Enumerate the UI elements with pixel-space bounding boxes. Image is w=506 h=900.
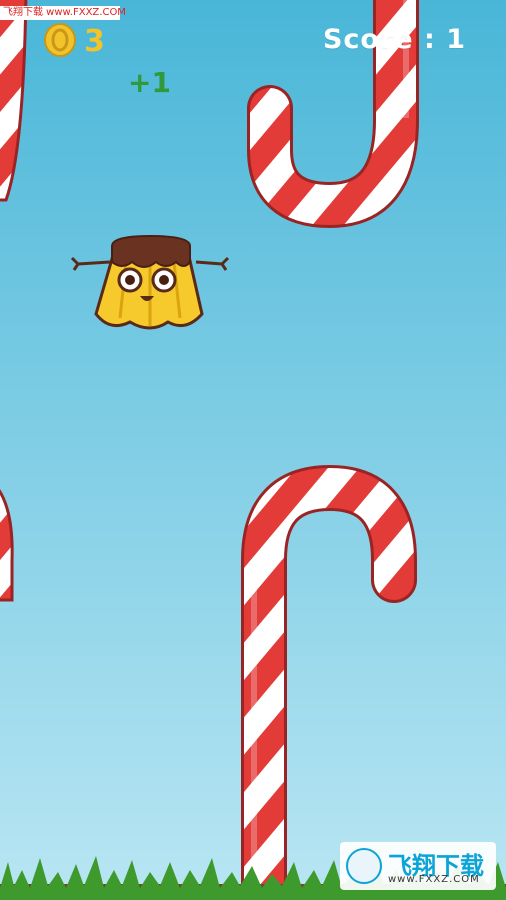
coin-icon [44,23,76,57]
bonus-popup: +1 [128,66,171,99]
watermark-top: 飞翔下载 www.FXXZ.COM [0,6,126,20]
watermark-logo-icon [346,848,382,884]
game-scene[interactable] [0,0,506,900]
watermark-bottom: 飞翔下载 www.FXXZ.COM [340,842,496,890]
score-label: Score : 1 [322,24,466,55]
watermark-url: www.FXXZ.COM [388,874,480,885]
coin-count: 3 [84,24,105,59]
